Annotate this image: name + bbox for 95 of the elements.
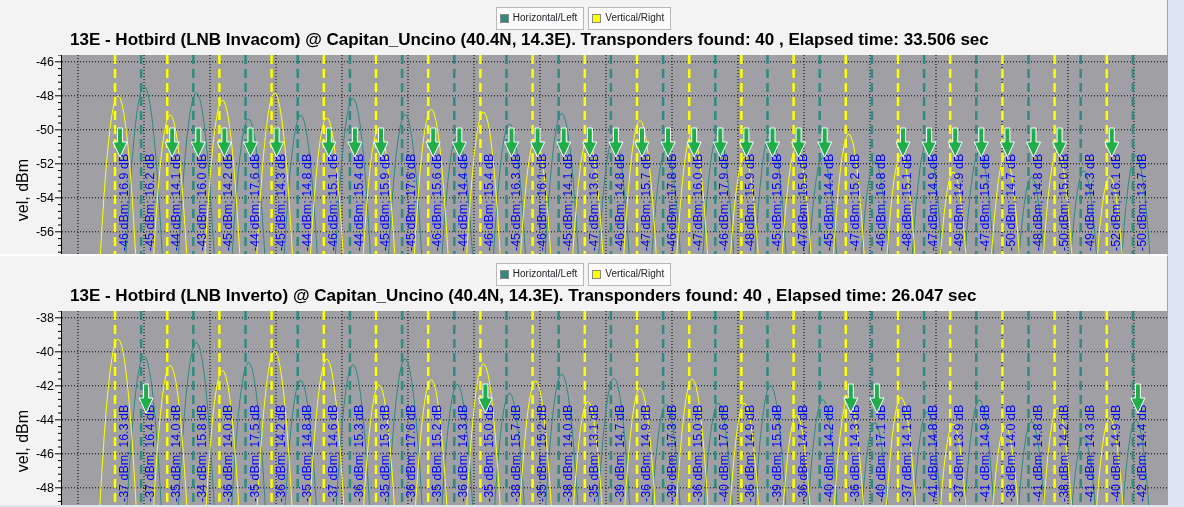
- transponder-label: -39 dBm; 17.3 dB: [665, 404, 680, 502]
- transponder-label: -47 dBm; 15.1 dB: [978, 153, 993, 251]
- transponder-label: -47 dBm; 15.7 dB: [639, 153, 653, 251]
- transponder-label: -46 dBm; 16.1 dB: [534, 153, 549, 251]
- transponder-label: -35 dBm; 13.1 dB: [586, 404, 601, 502]
- transponder-label: -38 dBm; 14.0 dB: [1004, 404, 1019, 502]
- transponder-label: -45 dBm; 14.1 dB: [560, 153, 575, 251]
- transponder-label: -47 dBm; 13.6 dB: [586, 153, 601, 251]
- transponder-label: -46 dBm; 14.8 dB: [612, 153, 627, 251]
- transponder-label: -35 dBm; 15.2 dB: [430, 404, 445, 502]
- transponder-label: -37 dBm; 14.1 dB: [900, 404, 914, 502]
- transponder-label: -34 dBm; 15.8 dB: [195, 404, 210, 502]
- y-tick-label: -46: [35, 447, 54, 462]
- transponder-label: -47 dBm; 14.9 dB: [926, 153, 941, 251]
- transponder-label: -36 dBm; 15.0 dB: [691, 404, 706, 502]
- transponder-label: -45 dBm; 15.9 dB: [769, 153, 784, 251]
- transponder-label: -48 dBm; 15.1 dB: [900, 153, 914, 251]
- transponder-label: -48 dBm; 15.9 dB: [743, 153, 758, 251]
- transponder-label: -46 dBm; 15.1 dB: [325, 153, 340, 251]
- transponder-label: -37 dBm; 14.6 dB: [325, 404, 340, 502]
- transponder-label: -37 dBm; 16.3 dB: [117, 404, 131, 502]
- y-tick-label: -56: [35, 225, 54, 240]
- transponder-label: -45 dBm; 15.9 dB: [378, 153, 392, 251]
- transponder-label: -35 dBm; 14.8 dB: [299, 404, 314, 502]
- y-axis-label: vel, dBm: [14, 409, 31, 472]
- transponder-label: -50 dBm; 13.7 dB: [1134, 153, 1149, 251]
- transponder-label: -47 dBm; 16.0 dB: [691, 153, 706, 251]
- transponder-label: -48 dBm; 14.8 dB: [1030, 153, 1045, 251]
- transponder-label: -46 dBm; 16.9 dB: [117, 153, 131, 251]
- y-tick-label: -44: [35, 413, 54, 428]
- plot-title: 13E - Hotbird (LNB Invacom) @ Capitan_Uncino (40.4N, 14.3E). Transponders found: 40 , Elapsed time: 33.506 sec: [70, 29, 989, 49]
- transponder-label: -41 dBm; 14.3 dB: [1082, 404, 1097, 502]
- y-tick-label: -54: [35, 191, 54, 206]
- transponder-label: -38 dBm; 14.2 dB: [1056, 404, 1071, 502]
- transponder-label: -36 dBm; 14.9 dB: [743, 404, 758, 502]
- legend-label: Vertical/Right: [605, 11, 665, 26]
- transponder-label: -45 dBm; 14.4 dB: [821, 153, 836, 251]
- transponder-label: -40 dBm; 14.2 dB: [821, 404, 836, 502]
- transponder-label: -36 dBm; 14.0 dB: [221, 404, 236, 502]
- transponder-label: -44 dBm; 14.4 dB: [456, 153, 471, 251]
- transponder-label: -36 dBm; 17.6 dB: [404, 404, 419, 502]
- transponder-label: -44 dBm; 15.4 dB: [351, 153, 366, 251]
- transponder-label: -45 dBm; 14.3 dB: [273, 153, 288, 251]
- transponder-label: -40 dBm; 17.6 dB: [717, 404, 732, 502]
- transponder-label: -49 dBm; 14.9 dB: [952, 153, 967, 251]
- transponder-label: -39 dBm; 15.5 dB: [769, 404, 784, 502]
- transponder-label: -36 dBm; 15.3 dB: [351, 404, 366, 502]
- transponder-label: -47 dBm; 15.9 dB: [795, 153, 810, 251]
- transponder-label: -46 dBm; 17.9 dB: [717, 153, 732, 251]
- transponder-label: -45 dBm; 17.6 dB: [404, 153, 419, 251]
- transponder-label: -46 dBm; 15.4 dB: [482, 153, 497, 251]
- transponder-label: -38 dBm; 14.0 dB: [560, 404, 575, 502]
- transponder-label: -37 dBm; 13.9 dB: [952, 404, 967, 502]
- legend-label: Vertical/Right: [605, 267, 665, 282]
- transponder-label: -41 dBm; 14.8 dB: [926, 404, 941, 502]
- y-tick-label: -48: [35, 89, 54, 104]
- transponder-label: -43 dBm; 16.0 dB: [195, 153, 210, 251]
- y-tick-label: -52: [35, 157, 54, 172]
- y-tick-label: -38: [35, 311, 54, 326]
- transponder-label: -46 dBm; 15.6 dB: [430, 153, 445, 251]
- transponder-label: -50 dBm; 14.7 dB: [1004, 153, 1019, 251]
- transponder-label: -47 dBm; 15.2 dB: [847, 153, 862, 251]
- transponder-label: -41 dBm; 14.9 dB: [978, 404, 993, 502]
- transponder-label: -39 dBm; 14.7 dB: [612, 404, 627, 502]
- y-tick-label: -42: [35, 379, 54, 394]
- transponder-label: -45 dBm; 14.2 dB: [221, 153, 236, 251]
- transponder-label: -45 dBm; 16.2 dB: [143, 153, 158, 251]
- legend-label: Horizontal/Left: [512, 11, 578, 26]
- transponder-label: -44 dBm; 14.1 dB: [169, 153, 184, 251]
- y-tick-label: -50: [35, 123, 54, 138]
- y-tick-label: -40: [35, 345, 54, 360]
- plot-title: 13E - Hotbird (LNB Inverto) @ Capitan_Uncino (40.4N, 14.3E). Transponders found: 40 , Elapsed time: 26.047 sec: [70, 285, 977, 305]
- transponder-label: -36 dBm; 14.2 dB: [273, 404, 288, 502]
- y-tick-label: -48: [35, 481, 54, 496]
- transponder-label: -44 dBm; 14.8 dB: [299, 153, 314, 251]
- transponder-label: -50 dBm; 15.0 dB: [1056, 153, 1071, 251]
- transponder-label: -35 dBm; 15.3 dB: [378, 404, 392, 502]
- transponder-label: -35 dBm; 17.5 dB: [247, 404, 262, 502]
- transponder-label: -41 dBm; 14.8 dB: [1030, 404, 1045, 502]
- y-axis-label: vel, dBm: [14, 158, 31, 221]
- transponder-label: -45 dBm; 16.3 dB: [508, 153, 523, 251]
- transponder-label: -44 dBm; 17.6 dB: [247, 153, 262, 251]
- transponder-label: -35 dBm; 14.0 dB: [169, 404, 184, 502]
- transponder-label: -52 dBm; 16.1 dB: [1108, 153, 1123, 251]
- transponder-label: -36 dBm; 14.9 dB: [639, 404, 653, 502]
- transponder-label: -36 dBm; 14.3 dB: [456, 404, 471, 502]
- transponder-label: -36 dBm; 14.7 dB: [795, 404, 810, 502]
- transponder-label: -46 dBm; 16.8 dB: [873, 153, 888, 251]
- legend-label: Horizontal/Left: [512, 267, 578, 282]
- transponder-label: -38 dBm; 15.7 dB: [508, 404, 523, 502]
- transponder-label: -35 dBm; 15.2 dB: [534, 404, 549, 502]
- transponder-label: -46 dBm; 17.8 dB: [665, 153, 680, 251]
- transponder-label: -49 dBm; 14.3 dB: [1082, 153, 1097, 251]
- y-tick-label: -46: [35, 55, 54, 70]
- transponder-label: -40 dBm; 14.9 dB: [1108, 404, 1123, 502]
